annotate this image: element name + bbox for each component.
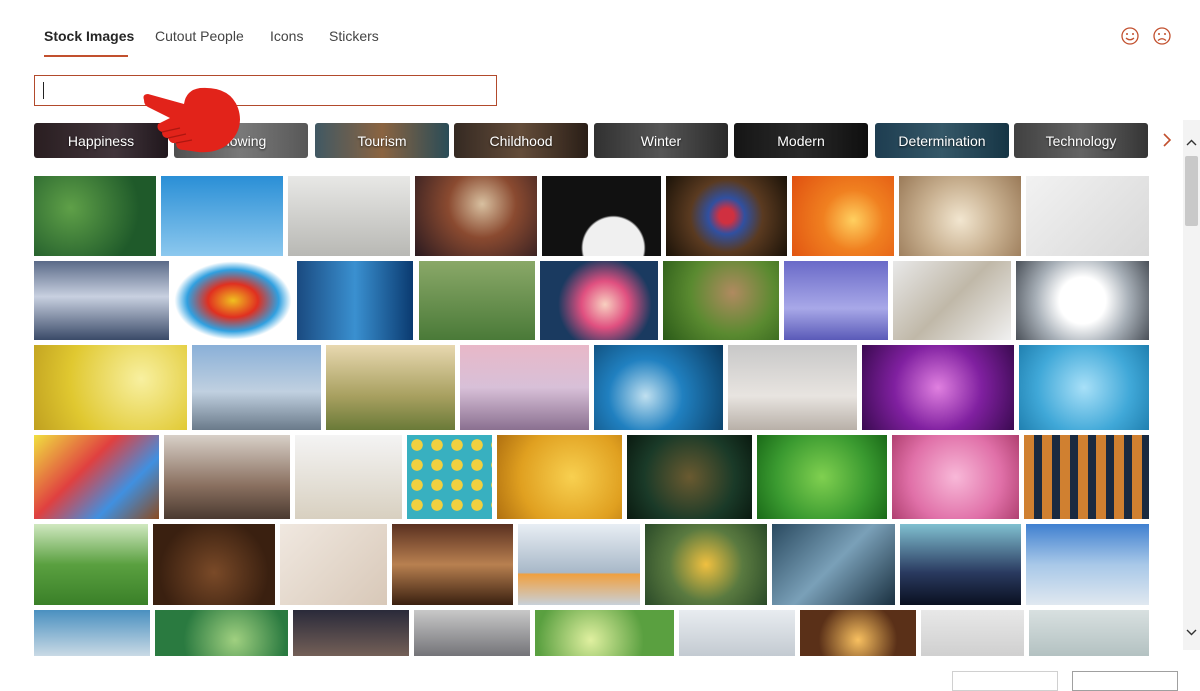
image-tile[interactable] [288,176,410,256]
image-tile[interactable] [679,610,795,656]
image-tile[interactable] [542,176,661,256]
image-tile[interactable] [1019,345,1149,430]
image-tile[interactable] [34,345,187,430]
chevron-down-icon[interactable] [1185,625,1198,639]
text-caret [43,82,44,99]
frown-icon[interactable] [1152,26,1172,46]
image-tile[interactable] [535,610,674,656]
image-tile[interactable] [518,524,640,605]
image-tile[interactable] [153,524,275,605]
image-tile[interactable] [34,524,148,605]
image-tile[interactable] [921,610,1024,656]
image-grid [34,176,1149,656]
image-tile[interactable] [34,435,159,519]
bottom-button[interactable] [952,671,1058,691]
image-tile[interactable] [1024,435,1149,519]
image-tile[interactable] [784,261,888,340]
chip-label: Winter [640,132,682,149]
image-tile[interactable] [280,524,387,605]
image-tile[interactable] [407,435,492,519]
image-tile[interactable] [728,345,857,430]
image-tile[interactable] [645,524,767,605]
image-tile[interactable] [161,176,283,256]
active-tab-indicator [44,55,128,57]
chip-glowing[interactable]: Glowing [174,123,308,158]
chip-determination[interactable]: Determination [875,123,1009,158]
chip-label: Modern [777,132,825,149]
chip-label: Technology [1045,132,1117,149]
image-tile[interactable] [666,176,787,256]
image-tile[interactable] [34,176,156,256]
image-tile[interactable] [419,261,535,340]
scrollbar[interactable] [1183,120,1200,650]
tab-icons[interactable]: Icons [270,28,303,52]
chip-label: Happiness [67,132,135,149]
image-tile[interactable] [497,435,622,519]
image-row [34,345,1149,430]
feedback-buttons [1118,26,1178,50]
image-tile[interactable] [392,524,513,605]
image-row [34,176,1149,256]
image-row [34,261,1149,340]
image-tile[interactable] [1016,261,1149,340]
image-tile[interactable] [295,435,402,519]
image-row [34,435,1149,519]
image-tile[interactable] [293,610,409,656]
image-row [34,524,1149,605]
chip-happiness[interactable]: Happiness [34,123,168,158]
chip-technology[interactable]: Technology [1014,123,1148,158]
image-tile[interactable] [1026,524,1149,605]
image-tile[interactable] [757,435,887,519]
image-tile[interactable] [862,345,1014,430]
chip-label: Tourism [357,132,407,149]
bottom-button[interactable] [1072,671,1178,691]
image-tile[interactable] [627,435,752,519]
image-tile[interactable] [460,345,589,430]
chevron-up-icon[interactable] [1185,136,1198,150]
image-tile[interactable] [297,261,413,340]
tab-stickers[interactable]: Stickers [329,28,379,52]
image-tile[interactable] [1026,176,1149,256]
chip-tourism[interactable]: Tourism [315,123,449,158]
chevron-right-icon[interactable] [1158,130,1176,150]
smile-icon[interactable] [1120,26,1140,46]
tab-cutout-people[interactable]: Cutout People [155,28,244,52]
image-tile[interactable] [192,345,321,430]
image-row [34,610,1149,656]
image-tile[interactable] [892,435,1019,519]
chip-label: Glowing [215,132,267,149]
image-tile[interactable] [899,176,1021,256]
image-tile[interactable] [174,261,292,340]
image-tile[interactable] [34,610,150,656]
chip-label: Childhood [489,132,553,149]
image-tile[interactable] [792,176,894,256]
image-tile[interactable] [414,610,530,656]
image-tile[interactable] [540,261,658,340]
image-tile[interactable] [164,435,290,519]
image-tile[interactable] [326,345,455,430]
chip-childhood[interactable]: Childhood [454,123,588,158]
image-tile[interactable] [594,345,723,430]
tab-stock-images[interactable]: Stock Images [44,28,134,52]
search-input[interactable] [35,76,496,105]
image-tile[interactable] [34,261,169,340]
scrollbar-thumb[interactable] [1185,156,1198,226]
image-tile[interactable] [415,176,537,256]
image-tile[interactable] [1029,610,1149,656]
image-tile[interactable] [663,261,779,340]
image-tile[interactable] [800,610,916,656]
chip-winter[interactable]: Winter [594,123,728,158]
image-tile[interactable] [893,261,1011,340]
image-tile[interactable] [155,610,288,656]
chip-label: Determination [898,132,986,149]
chip-modern[interactable]: Modern [734,123,868,158]
image-tile[interactable] [772,524,895,605]
image-tile[interactable] [900,524,1021,605]
search-box [34,75,497,106]
